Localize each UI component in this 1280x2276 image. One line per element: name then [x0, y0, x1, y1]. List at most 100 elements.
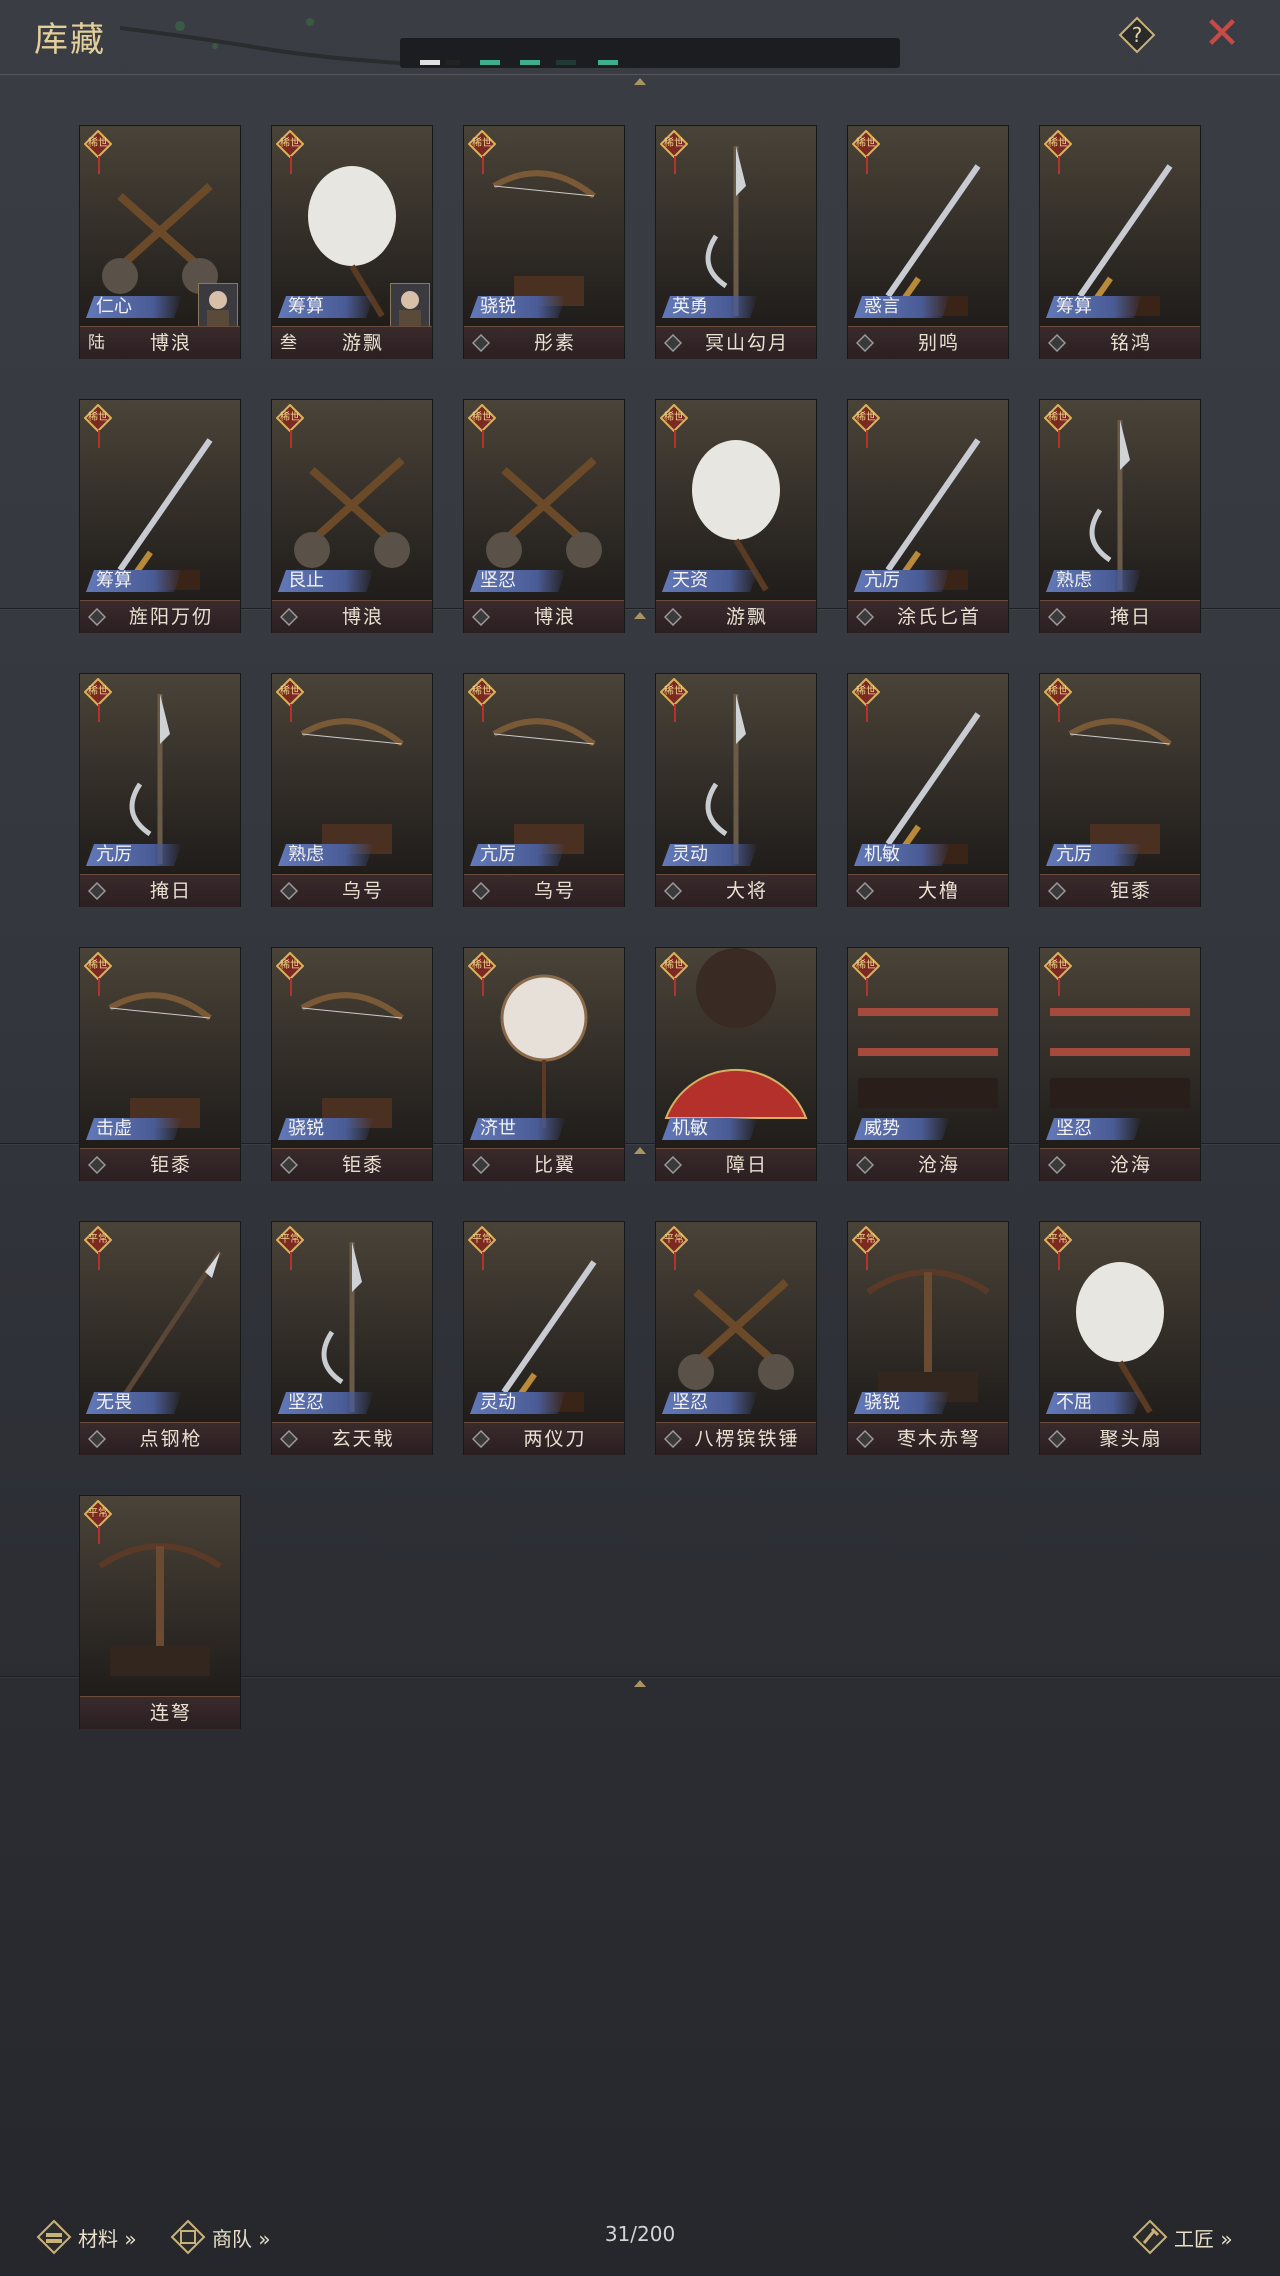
item-name-bar: 点钢枪: [80, 1422, 240, 1455]
stock-icon: [472, 882, 490, 900]
tab-indicator[interactable]: [598, 60, 618, 65]
item-card[interactable]: 稀世 机敏 障日: [656, 948, 816, 1181]
item-card[interactable]: 稀世 灵动 大将: [656, 674, 816, 907]
item-card[interactable]: 稀世 艮止 博浪: [272, 400, 432, 633]
item-card[interactable]: 稀世 骁锐 彤素: [464, 126, 624, 359]
item-card[interactable]: 稀世 熟虑 掩日: [1040, 400, 1200, 633]
tassel-icon: [1058, 156, 1060, 174]
trait-tag: 骁锐: [278, 1118, 374, 1140]
tab-indicator[interactable]: [556, 60, 576, 65]
trait-tag: 击虚: [86, 1118, 182, 1140]
item-card[interactable]: 稀世 亢厉 钜黍: [1040, 674, 1200, 907]
item-card[interactable]: 平常 不屈 聚头扇: [1040, 1222, 1200, 1455]
item-card[interactable]: 稀世 威势 沧海: [848, 948, 1008, 1181]
item-card[interactable]: 稀世 筹算 旌阳万仞: [80, 400, 240, 633]
scroll-up-arrow-icon[interactable]: [634, 1147, 646, 1154]
stock-icon: [856, 334, 874, 352]
item-card[interactable]: 平常 坚忍 八楞镔铁锤: [656, 1222, 816, 1455]
item-card[interactable]: 稀世 济世 比翼: [464, 948, 624, 1181]
tassel-icon: [98, 1252, 100, 1270]
item-card[interactable]: 稀世 机敏 大橹: [848, 674, 1008, 907]
item-card[interactable]: 稀世 筹算叁 游飘: [272, 126, 432, 359]
tab-indicator[interactable]: [446, 60, 460, 65]
tab-indicator[interactable]: [480, 60, 500, 65]
trait-tag: 熟虑: [1046, 570, 1142, 592]
item-card[interactable]: 稀世 熟虑 乌号: [272, 674, 432, 907]
tassel-icon: [866, 1252, 868, 1270]
rank-label: 平常: [472, 1234, 492, 1245]
item-card[interactable]: 平常 连弩: [80, 1496, 240, 1729]
item-name: 两仪刀: [523, 1428, 587, 1450]
stock-icon: [664, 334, 682, 352]
item-name-bar: 大橹: [848, 874, 1008, 907]
item-name-bar: 乌号: [464, 874, 624, 907]
item-card[interactable]: 稀世 亢厉 掩日: [80, 674, 240, 907]
stock-icon: [856, 1156, 874, 1174]
stock-icon: [472, 334, 490, 352]
item-card[interactable]: 稀世 仁心陆 博浪: [80, 126, 240, 359]
scroll-up-arrow-icon[interactable]: [634, 612, 646, 619]
equipped-hero-avatar[interactable]: [198, 283, 238, 327]
item-card[interactable]: 稀世 天资 游飘: [656, 400, 816, 633]
item-card[interactable]: 稀世 亢厉 涂氏匕首: [848, 400, 1008, 633]
item-name: 障日: [725, 1154, 768, 1176]
rank-label: 稀世: [664, 960, 684, 971]
item-card[interactable]: 稀世 亢厉 乌号: [464, 674, 624, 907]
item-name: 乌号: [533, 880, 576, 902]
help-icon[interactable]: ?: [1118, 16, 1156, 54]
rank-label: 稀世: [280, 138, 300, 149]
item-card[interactable]: 稀世英勇冥山勾月: [656, 126, 816, 359]
item-name-bar: 铭鸿: [1040, 326, 1200, 359]
tassel-icon: [674, 704, 676, 722]
item-card[interactable]: 稀世 坚忍 沧海: [1040, 948, 1200, 1181]
item-card[interactable]: 平常 无畏 点钢枪: [80, 1222, 240, 1455]
rank-label: 稀世: [664, 138, 684, 149]
rank-label: 平常: [1048, 1234, 1068, 1245]
stock-icon: [88, 1430, 106, 1448]
item-card[interactable]: 平常 灵动 两仪刀: [464, 1222, 624, 1455]
trait-tag: 筹算: [1046, 296, 1142, 318]
craftsman-label: 工匠 »: [1174, 2226, 1233, 2251]
trait-tag: 威势: [854, 1118, 950, 1140]
item-card[interactable]: 稀世 惑言 别鸣: [848, 126, 1008, 359]
item-card[interactable]: 平常 骁锐 枣木赤弩: [848, 1222, 1008, 1455]
item-card[interactable]: 稀世 骁锐 钜黍: [272, 948, 432, 1181]
trait-tag: 坚忍: [470, 570, 566, 592]
owner-label: 陆: [88, 333, 105, 353]
trait-tag: 坚忍: [278, 1392, 374, 1414]
craftsman-button[interactable]: 工匠 »: [1132, 2217, 1233, 2257]
item-name: 大将: [725, 880, 768, 902]
item-name-bar: 陆 博浪: [80, 326, 240, 359]
tassel-icon: [674, 1252, 676, 1270]
header-bar: 库藏 ? ✕: [0, 0, 1280, 75]
item-name: 钜黍: [1109, 880, 1152, 902]
item-card[interactable]: 稀世 筹算 铭鸿: [1040, 126, 1200, 359]
item-name-bar: 障日: [656, 1148, 816, 1181]
item-card[interactable]: 稀世 坚忍 博浪: [464, 400, 624, 633]
stock-icon: [280, 1430, 298, 1448]
tab-indicator[interactable]: [520, 60, 540, 65]
stock-icon: [1048, 882, 1066, 900]
item-card[interactable]: 平常 坚忍 玄天戟: [272, 1222, 432, 1455]
close-icon[interactable]: ✕: [1202, 12, 1242, 56]
item-name: 比翼: [533, 1154, 576, 1176]
tab-indicator[interactable]: [420, 60, 440, 65]
scroll-up-arrow-icon[interactable]: [634, 1680, 646, 1687]
item-name: 八楞镔铁锤: [694, 1428, 800, 1450]
tassel-icon: [290, 430, 292, 448]
craftsman-icon: [1132, 2219, 1168, 2255]
tassel-icon: [866, 704, 868, 722]
item-card[interactable]: 稀世 击虚 钜黍: [80, 948, 240, 1181]
trait-tag: 不屈: [1046, 1392, 1142, 1414]
item-name-bar: 乌号: [272, 874, 432, 907]
scroll-up-arrow-icon[interactable]: [634, 78, 646, 85]
item-name: 涂氏匕首: [896, 606, 981, 628]
trait-tag: 熟虑: [278, 844, 374, 866]
rank-label: 稀世: [472, 960, 492, 971]
trait-tag: 坚忍: [1046, 1118, 1142, 1140]
category-tab-bar[interactable]: [400, 38, 900, 68]
item-name: 冥山勾月: [704, 332, 789, 354]
equipped-hero-avatar[interactable]: [390, 283, 430, 327]
rank-label: 稀世: [856, 960, 876, 971]
trait-tag: 英勇: [662, 296, 758, 318]
